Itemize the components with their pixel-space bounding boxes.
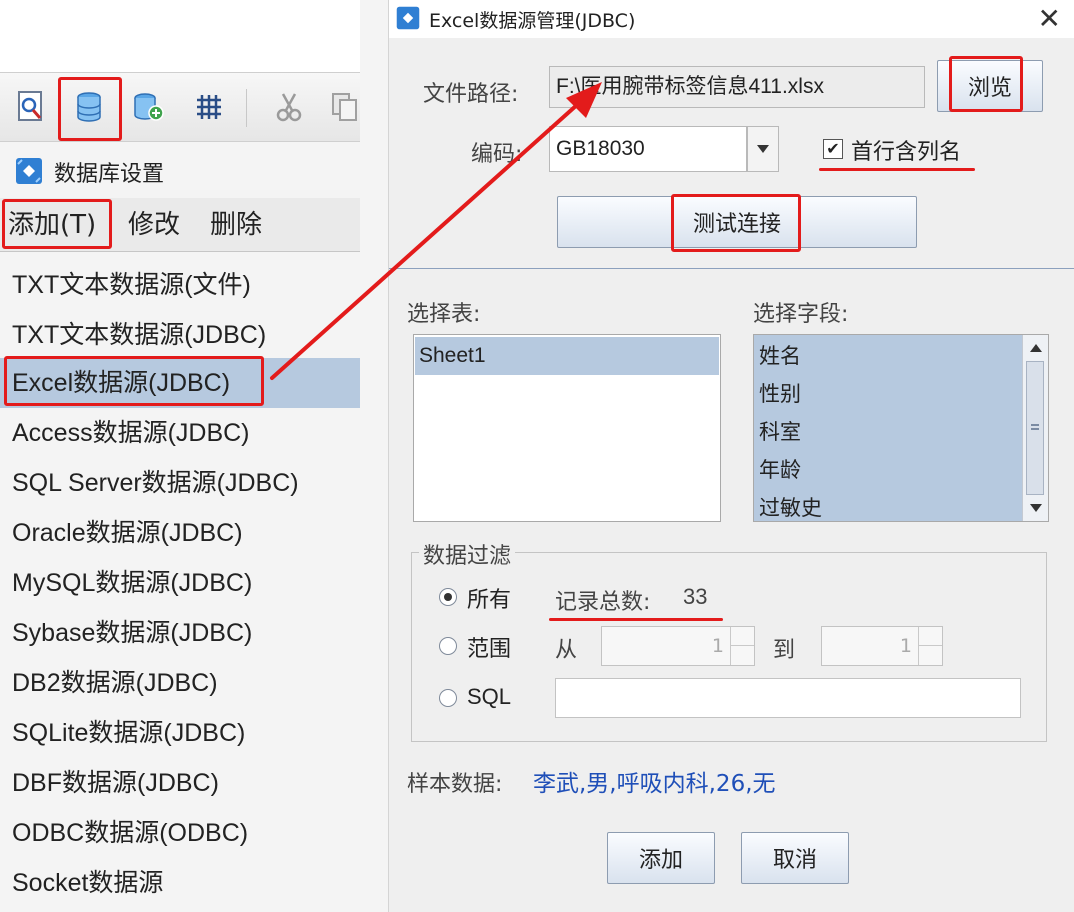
data-source-item[interactable]: ODBC数据源(ODBC) [0, 808, 360, 858]
cancel-button[interactable]: 取消 [741, 832, 849, 884]
cut-icon [276, 93, 302, 122]
first-row-header-label: 首行含列名 [851, 140, 962, 165]
menu-edit[interactable]: 修改 [128, 208, 180, 242]
excel-datasource-dialog: Excel数据源管理(JDBC) ✕ 文件路径: F:\医用腕带标签信息411.… [388, 0, 1074, 912]
browse-button[interactable]: 浏览 [937, 60, 1043, 112]
field-list-scrollbar[interactable] [1022, 335, 1048, 521]
data-source-item[interactable]: SQLite数据源(JDBC) [0, 708, 360, 758]
first-row-header-underline [819, 168, 975, 171]
dialog-logo-icon [396, 6, 420, 30]
record-total-underline [549, 618, 723, 621]
grid-icon [197, 95, 221, 119]
first-row-header-checkbox[interactable]: ✔ [823, 139, 843, 159]
encoding-value: GB18030 [556, 137, 645, 160]
table-item-selected[interactable]: Sheet1 [415, 337, 719, 375]
query-icon [18, 91, 42, 121]
file-path-label: 文件路径: [423, 82, 519, 107]
range-from-label: 从 [555, 638, 578, 663]
data-source-item[interactable]: Socket数据源 [0, 858, 360, 908]
filter-all-radio[interactable] [439, 588, 457, 606]
data-source-item[interactable]: TXT文本数据源(JDBC) [0, 310, 360, 360]
data-source-item[interactable]: MySQL数据源(JDBC) [0, 558, 360, 608]
range-from-down-icon[interactable] [730, 646, 754, 665]
data-source-item[interactable]: Access数据源(JDBC) [0, 408, 360, 458]
filter-sql-label: SQL [467, 684, 512, 709]
table-list[interactable]: Sheet1 [413, 334, 721, 522]
menu-bar: 添加(T) 修改 删除 [0, 198, 360, 252]
menu-add[interactable]: 添加(T) [8, 208, 96, 242]
range-from-up-icon[interactable] [730, 627, 754, 646]
file-path-field[interactable]: F:\医用腕带标签信息411.xlsx [549, 66, 925, 108]
database-settings-title: 数据库设置 [54, 162, 165, 187]
toolbar [0, 72, 360, 142]
menu-delete[interactable]: 删除 [210, 208, 262, 242]
add-button[interactable]: 添加 [607, 832, 715, 884]
field-item[interactable]: 过敏史 [755, 489, 1047, 521]
field-list[interactable]: 姓名 性别 科室 年龄 过敏史 [753, 334, 1049, 522]
data-source-list: TXT文本数据源(文件) TXT文本数据源(JDBC) Excel数据源(JDB… [0, 252, 360, 912]
scroll-thumb[interactable] [1026, 361, 1044, 495]
test-connection-button[interactable]: 测试连接 [557, 196, 917, 248]
data-source-item[interactable]: SQL Server数据源(JDBC) [0, 458, 360, 508]
toolbar-separator [246, 89, 247, 127]
encoding-label: 编码: [471, 142, 523, 167]
dialog-titlebar: Excel数据源管理(JDBC) ✕ [389, 0, 1074, 38]
record-total-value: 33 [683, 584, 708, 609]
record-total-label: 记录总数: [555, 590, 651, 615]
range-to-label: 到 [773, 638, 796, 663]
filter-sql-radio[interactable] [439, 689, 457, 707]
range-from-value: 1 [711, 635, 724, 657]
select-table-label: 选择表: [407, 302, 481, 327]
database-settings-title-row: 数据库设置 [0, 142, 360, 198]
close-icon[interactable]: ✕ [1038, 2, 1061, 35]
check-icon: ✔ [826, 139, 840, 158]
copy-icon [332, 93, 357, 121]
left-panel-header-area [0, 0, 360, 72]
query-button[interactable] [8, 83, 54, 131]
data-source-item[interactable]: Sybase数据源(JDBC) [0, 608, 360, 658]
dialog-title: Excel数据源管理(JDBC) [429, 10, 636, 32]
scroll-up-icon[interactable] [1029, 343, 1043, 353]
range-to-value: 1 [899, 635, 912, 657]
copy-button[interactable] [322, 83, 368, 131]
add-database-button[interactable] [126, 83, 172, 131]
database-add-icon [134, 93, 164, 121]
database-settings-button[interactable] [66, 83, 112, 131]
sql-input[interactable] [555, 678, 1021, 718]
encoding-dropdown-button[interactable] [747, 126, 779, 172]
database-icon [77, 92, 101, 122]
cut-button[interactable] [266, 83, 312, 131]
section-divider [389, 268, 1074, 269]
encoding-select[interactable]: GB18030 [549, 126, 747, 172]
data-source-item[interactable]: TXT文本数据源(文件) [0, 260, 360, 310]
field-item[interactable]: 年龄 [755, 451, 1047, 489]
grid-button[interactable] [186, 83, 232, 131]
filter-range-radio[interactable] [439, 637, 457, 655]
filter-all-label: 所有 [467, 588, 512, 613]
data-filter-label: 数据过滤 [419, 538, 516, 570]
chevron-down-icon [757, 145, 769, 153]
sample-data-label: 样本数据: [407, 772, 503, 797]
app-logo-icon [16, 158, 42, 184]
scroll-down-icon[interactable] [1029, 503, 1043, 513]
sample-data-value: 李武,男,呼吸内科,26,无 [533, 771, 776, 797]
range-to-up-icon[interactable] [918, 627, 942, 646]
data-source-item[interactable]: DBF数据源(JDBC) [0, 758, 360, 808]
field-item[interactable]: 姓名 [755, 337, 1047, 375]
field-item[interactable]: 性别 [755, 375, 1047, 413]
range-from-spinner[interactable]: 1 [601, 626, 755, 666]
field-item[interactable]: 科室 [755, 413, 1047, 451]
select-fields-label: 选择字段: [753, 302, 849, 327]
range-to-down-icon[interactable] [918, 646, 942, 665]
data-source-item[interactable]: Oracle数据源(JDBC) [0, 508, 360, 558]
filter-range-label: 范围 [467, 637, 512, 662]
data-source-item[interactable]: DB2数据源(JDBC) [0, 658, 360, 708]
data-source-item-selected[interactable]: Excel数据源(JDBC) [0, 358, 360, 408]
range-to-spinner[interactable]: 1 [821, 626, 943, 666]
